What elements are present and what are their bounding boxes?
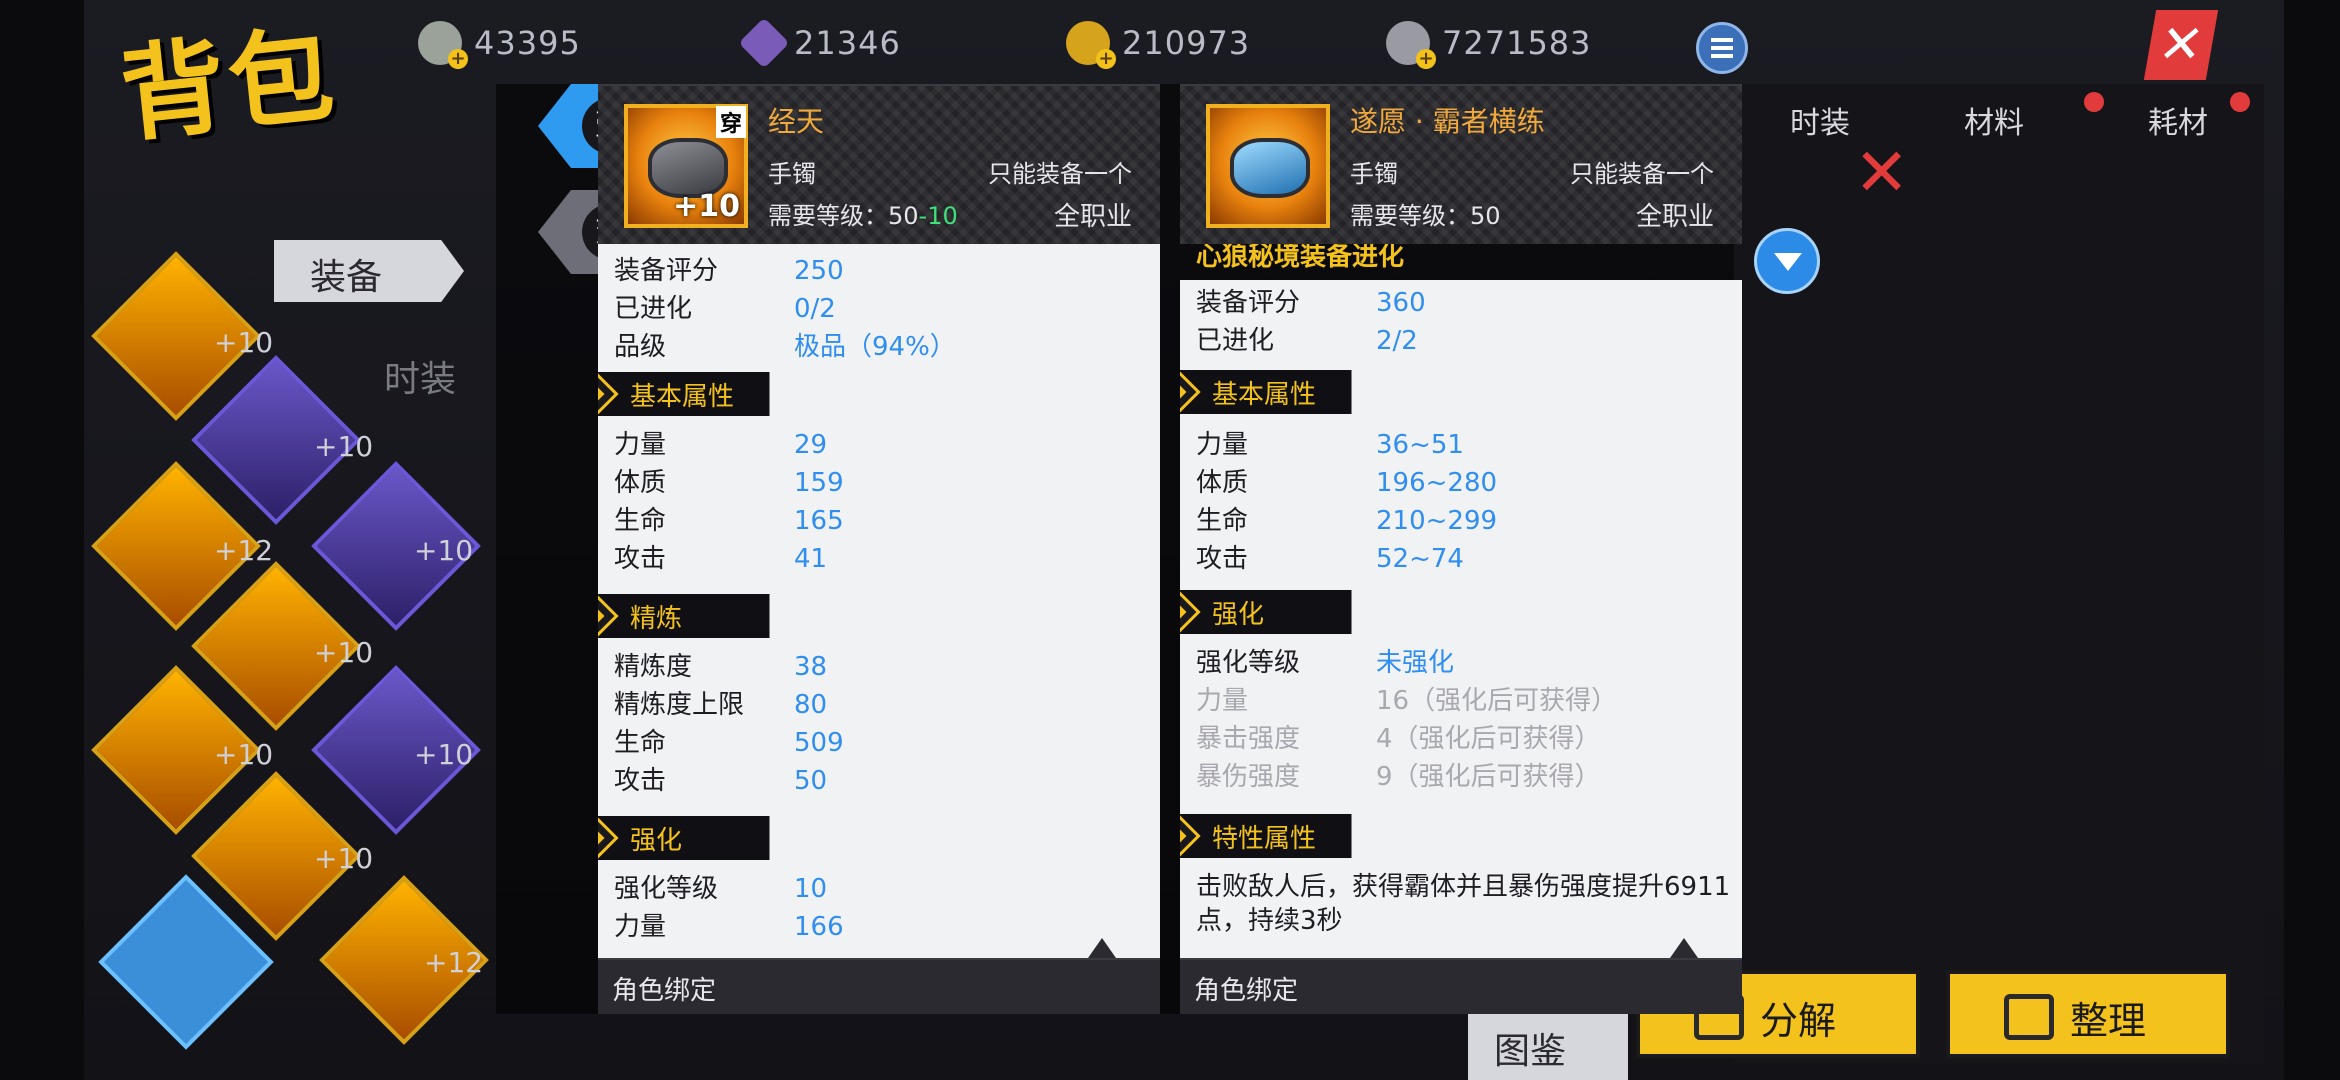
equip-limit: 只能装备一个 — [988, 160, 1132, 188]
item-header: 遂愿 · 霸者横练 手镯 只能装备一个 需要等级：50 全职业 — [1180, 84, 1742, 244]
currency-gem[interactable]: 21346 — [738, 17, 901, 69]
item-name: 遂愿 · 霸者横练 — [1350, 105, 1545, 138]
right-inventory-panel — [1734, 84, 2264, 1064]
encyclopedia-button[interactable]: 图鉴 — [1468, 1008, 1628, 1080]
star-diamond-icon — [598, 594, 619, 638]
section-header-enhance: 强化 — [1180, 590, 1386, 634]
star-diamond-icon — [1180, 590, 1201, 634]
trait-description: 击败敌人后，获得霸体并且暴伤强度提升6911点，持续3秒 — [1196, 872, 1731, 936]
stat-row: 已进化 0/2 — [614, 294, 836, 324]
stat-row: 强化等级 10 — [614, 874, 828, 904]
binding-footer: 角色绑定 — [1180, 938, 1742, 1014]
stat-row: 暴击强度 4（强化后可获得） — [1196, 724, 1601, 754]
tab-materials[interactable]: 材料 — [1964, 98, 2024, 142]
level-requirement: 需要等级：50 — [1350, 202, 1501, 230]
star-diamond-icon — [1180, 814, 1201, 858]
stat-row: 生命 509 — [614, 728, 844, 758]
close-panel-icon[interactable]: ✕ — [1854, 134, 1909, 211]
class-requirement: 全职业 — [1635, 202, 1714, 232]
stat-row: 精炼度 38 — [614, 652, 828, 682]
star-diamond-icon — [598, 816, 619, 860]
equipped-item-panel: 穿 +10 经天 手镯 只能装备一个 需要等级：50-10 全职业 装备评分 25… — [598, 84, 1160, 1014]
evolve-banner: 心狼秘境装备进化 — [1196, 244, 1405, 272]
stat-row: 力量 36~51 — [1196, 430, 1464, 460]
section-header-enhance: 强化 — [598, 816, 804, 860]
currency-silver[interactable]: + 7271583 — [1386, 18, 1592, 69]
item-header: 穿 +10 经天 手镯 只能装备一个 需要等级：50-10 全职业 — [598, 84, 1160, 244]
stat-row: 体质 196~280 — [1196, 468, 1498, 498]
binding-footer: 角色绑定 — [598, 938, 1160, 1014]
item-type: 手镯 — [1350, 160, 1398, 188]
backpack-title: 背包 — [115, 12, 343, 157]
tab-consumables[interactable]: 耗材 — [2148, 98, 2208, 142]
bracelet-icon: 穿 +10 — [624, 104, 748, 228]
stat-row: 品级 极品（94%） — [614, 332, 956, 362]
stat-row: 力量 16（强化后可获得） — [1196, 686, 1618, 716]
stat-row: 力量 166 — [614, 912, 844, 942]
scroll-indicator-icon — [1088, 938, 1116, 958]
currency-gold[interactable]: + 210973 — [1066, 18, 1250, 69]
currency-cash[interactable]: + 43395 — [418, 18, 581, 69]
close-window-icon[interactable]: ✕ — [2143, 10, 2219, 80]
category-fashion-tab[interactable]: 时装 — [384, 350, 456, 402]
stat-row: 体质 159 — [614, 468, 844, 498]
dropdown-arrow-icon[interactable] — [1754, 228, 1820, 294]
cube-icon — [598, 372, 619, 416]
item-name: 经天 — [768, 105, 825, 138]
notification-dot — [2230, 92, 2250, 112]
bracelet-icon — [1206, 104, 1330, 228]
stat-row: 已进化 2/2 — [1196, 326, 1418, 356]
cash-icon: + — [418, 21, 468, 69]
menu-icon[interactable] — [1696, 22, 1748, 74]
section-header-base-attributes: 基本属性 — [1180, 370, 1386, 414]
stat-row: 攻击 50 — [614, 766, 828, 796]
equip-limit: 只能装备一个 — [1570, 160, 1714, 188]
class-requirement: 全职业 — [1053, 202, 1132, 232]
level-requirement: 需要等级：50-10 — [768, 202, 958, 230]
stat-row: 暴伤强度 9（强化后可获得） — [1196, 762, 1601, 792]
item-stats: 装备评分 360 已进化 2/2 基本属性 力量 36~51 体质 196~280 生命… — [1180, 280, 1742, 958]
tab-fashion[interactable]: 时装 — [1790, 98, 1850, 142]
gold-coin-icon: + — [1066, 21, 1116, 69]
stat-row: 力量 29 — [614, 430, 828, 460]
silver-coin-icon: + — [1386, 21, 1436, 69]
compare-item-panel: 遂愿 · 霸者横练 手镯 只能装备一个 需要等级：50 全职业 装备评分 360 … — [1180, 84, 1742, 1014]
notification-dot — [2084, 92, 2104, 112]
cube-icon — [1180, 370, 1201, 414]
item-type: 手镯 — [768, 160, 816, 188]
screen: 背包 + 43395 21346 + 210973 + 7271583 ✕ 装备… — [0, 0, 2340, 1080]
section-header-traits: 特性属性 — [1180, 814, 1386, 858]
stat-row: 生命 210~299 — [1196, 506, 1498, 536]
section-header-refine: 精炼 — [598, 594, 804, 638]
stat-row: 强化等级 未强化 — [1196, 648, 1455, 678]
stat-row: 精炼度上限 80 — [614, 690, 828, 720]
tray-icon — [2004, 994, 2054, 1040]
stat-row: 装备评分 250 — [614, 256, 844, 286]
section-header-base-attributes: 基本属性 — [598, 372, 804, 416]
game-viewport: 背包 + 43395 21346 + 210973 + 7271583 ✕ 装备… — [84, 0, 2284, 1080]
stat-row: 攻击 52~74 — [1196, 544, 1464, 574]
category-equipment-tab[interactable]: 装备 — [274, 240, 464, 302]
stat-row: 生命 165 — [614, 506, 844, 536]
gem-icon — [738, 17, 790, 69]
organize-button[interactable]: 整理 — [1946, 970, 2230, 1058]
stat-row: 攻击 41 — [614, 544, 828, 574]
item-stats: 装备评分 250 已进化 0/2 品级 极品（94%） 基本属性 力量 29 体质 159… — [598, 244, 1160, 958]
scroll-indicator-icon — [1670, 938, 1698, 958]
stat-row: 装备评分 360 — [1196, 288, 1426, 318]
